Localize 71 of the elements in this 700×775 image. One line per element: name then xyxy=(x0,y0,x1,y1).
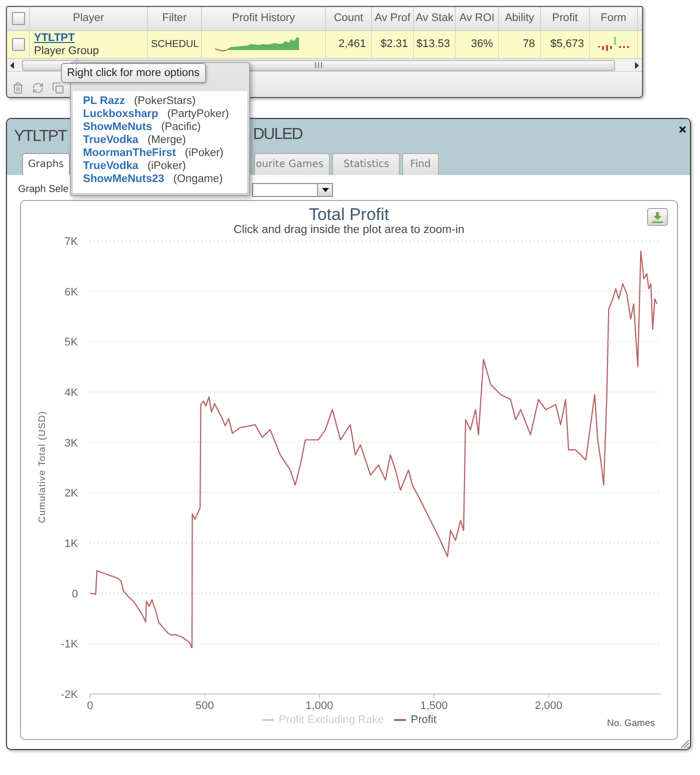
tab[interactable]: Graphs xyxy=(22,153,70,175)
trash-icon[interactable] xyxy=(12,82,24,94)
window-title: YTLTPT xyxy=(14,128,66,145)
grid-row[interactable]: YTLTPT Player Group SCHEDUL 2,461 $2.31 $13.53 36% 78 $5,673 xyxy=(7,31,642,59)
legend-line-icon xyxy=(262,719,274,721)
y-tick-label: 6K xyxy=(64,286,78,298)
scroll-left-icon[interactable] xyxy=(10,62,14,68)
menu-item[interactable]: Luckboxsharp (PartyPoker) xyxy=(83,108,229,121)
column-header[interactable]: Av Prof xyxy=(374,12,410,25)
menu-item[interactable]: TrueVodka (Merge) xyxy=(83,134,186,147)
checkbox[interactable] xyxy=(12,12,24,25)
table-cell-text: 36% xyxy=(470,37,493,52)
grip-icon xyxy=(315,62,322,68)
scroll-right-icon[interactable] xyxy=(635,62,639,68)
y-tick-label: 4K xyxy=(64,387,78,399)
close-icon[interactable] xyxy=(678,125,687,134)
column-header[interactable]: Count xyxy=(334,12,364,25)
select-field[interactable] xyxy=(252,183,333,197)
column-header[interactable]: Form xyxy=(600,12,626,25)
menu-item[interactable]: MoormanTheFirst (iPoker) xyxy=(83,147,224,160)
tooltip-pointer-icon xyxy=(72,58,82,63)
x-axis-title: No. Games xyxy=(606,718,655,729)
chart-title: Total Profit xyxy=(308,206,390,224)
menu-item[interactable]: ShowMeNuts23 (Ongame) xyxy=(83,173,223,186)
menu-item[interactable]: ShowMeNuts (Pacific) xyxy=(83,121,201,134)
column-header[interactable]: Profit History xyxy=(232,12,295,25)
column-header[interactable]: Av ROI xyxy=(459,12,495,25)
y-tick-label: 7K xyxy=(64,236,78,248)
y-tick-label: 5K xyxy=(64,336,78,349)
table-cell-text: $2.31 xyxy=(380,37,408,52)
column-header[interactable]: Profit xyxy=(552,12,578,25)
x-tick-label: 1,000 xyxy=(306,700,334,712)
checkbox[interactable] xyxy=(12,38,24,51)
download-icon xyxy=(652,212,663,222)
column-header[interactable]: Filter xyxy=(162,12,187,25)
y-tick-label: 3K xyxy=(64,437,78,450)
column-header[interactable]: Player xyxy=(72,12,104,25)
player-link[interactable]: YTLTPT xyxy=(34,32,75,44)
y-tick-label: 1K xyxy=(64,538,78,550)
column-header[interactable]: Ability xyxy=(504,12,534,25)
chart-subtitle: Click and drag inside the plot area to zoom-in xyxy=(234,224,464,237)
menu-item[interactable]: TrueVodka (iPoker) xyxy=(83,160,186,173)
form-sparkline xyxy=(598,37,630,52)
resize-grip-icon[interactable] xyxy=(681,740,689,748)
x-tick-label: 2,000 xyxy=(534,700,562,712)
tab[interactable]: ourite Games xyxy=(254,153,330,175)
x-tick-label: 0 xyxy=(86,700,94,712)
player-type-label: Player Group xyxy=(34,44,99,58)
x-tick-label: 500 xyxy=(195,700,214,712)
tab[interactable]: Statistics xyxy=(332,153,400,175)
graph-selector-label: Graph Sele xyxy=(18,184,69,196)
y-axis-title: Cumulative Total (USD) xyxy=(37,410,48,524)
y-tick-label: 2K xyxy=(64,488,78,500)
y-tick-label: -1K xyxy=(60,638,78,651)
table-cell-text: 2,461 xyxy=(338,37,366,52)
table-cell-text: 78 xyxy=(522,37,535,52)
tooltip: Right click for more options xyxy=(61,63,206,83)
copy-icon[interactable] xyxy=(52,82,64,94)
y-tick-label: -2K xyxy=(60,689,78,701)
tab[interactable]: Find xyxy=(402,153,439,175)
x-tick-label: 1,500 xyxy=(420,700,448,712)
legend-item[interactable]: Profit xyxy=(394,712,436,728)
download-button[interactable] xyxy=(647,208,668,226)
table-cell-text: $5,673 xyxy=(550,37,584,52)
menu-item[interactable]: PL Razz (PokerStars) xyxy=(83,95,196,108)
y-tick-label: 0 xyxy=(72,588,78,600)
table-cell-text: $13.53 xyxy=(416,37,450,52)
refresh-icon[interactable] xyxy=(32,82,44,94)
column-header[interactable]: Av Stak xyxy=(416,12,454,25)
table-cell-text: SCHEDUL xyxy=(151,38,199,52)
window-title: DULED xyxy=(253,125,302,145)
